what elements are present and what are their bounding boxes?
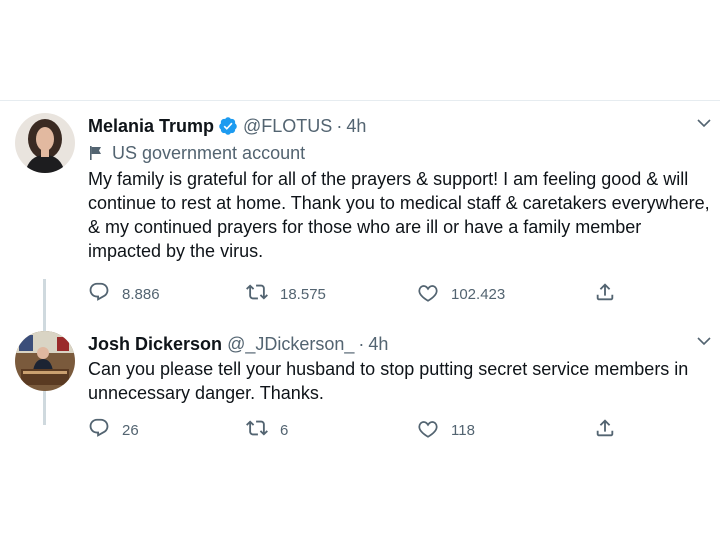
separator-dot: · <box>336 115 343 136</box>
verified-badge-icon <box>218 116 238 136</box>
share-icon <box>594 417 616 443</box>
tweet[interactable]: Josh Dickerson @_JDickerson_ · 4h Can yo… <box>0 323 720 453</box>
share-button[interactable] <box>594 280 616 308</box>
tweet-body: Melania Trump @FLOTUS · 4h US government… <box>88 113 712 263</box>
reply-count: 8.886 <box>122 285 160 303</box>
chevron-down-icon[interactable] <box>696 115 712 131</box>
government-account-text: US government account <box>112 142 306 163</box>
tweet-header: Melania Trump @FLOTUS · 4h <box>88 113 712 139</box>
retweet-count: 6 <box>280 421 289 439</box>
reply-count: 26 <box>122 421 139 439</box>
tweet-header: Josh Dickerson @_JDickerson_ · 4h <box>88 331 712 357</box>
retweet-button[interactable]: 18.575 <box>246 280 326 308</box>
like-icon <box>417 417 439 443</box>
like-count: 102.423 <box>451 285 506 303</box>
flag-icon <box>88 145 104 161</box>
tweet-text: Can you please tell your husband to stop… <box>88 359 689 403</box>
reply-icon <box>88 281 110 307</box>
avatar[interactable] <box>15 331 75 391</box>
reply-icon <box>88 417 110 443</box>
chevron-down-icon[interactable] <box>696 333 712 349</box>
author-name[interactable]: Josh Dickerson <box>88 334 222 355</box>
tweet-body: Josh Dickerson @_JDickerson_ · 4h Can yo… <box>88 331 712 405</box>
retweet-count: 18.575 <box>280 285 326 303</box>
reply-button[interactable]: 8.886 <box>88 280 160 308</box>
retweet-icon <box>246 417 268 443</box>
tweet-actions: 26 6 118 <box>88 416 628 444</box>
tweet-text: My family is grateful for all of the pra… <box>88 169 710 261</box>
timestamp[interactable]: 4h <box>368 334 388 355</box>
like-button[interactable]: 102.423 <box>417 280 505 308</box>
author-handle[interactable]: @FLOTUS <box>243 116 332 137</box>
timestamp[interactable]: 4h <box>346 116 366 137</box>
tweet-actions: 8.886 18.575 102.423 <box>88 280 628 308</box>
tweet[interactable]: Melania Trump @FLOTUS · 4h US government… <box>0 101 720 425</box>
like-button[interactable]: 118 <box>417 416 475 444</box>
government-account-label: US government account <box>88 141 712 165</box>
share-button[interactable] <box>594 416 616 444</box>
share-icon <box>594 281 616 307</box>
reply-button[interactable]: 26 <box>88 416 139 444</box>
separator-dot: · <box>358 333 365 354</box>
retweet-icon <box>246 281 268 307</box>
like-count: 118 <box>451 421 475 439</box>
author-handle[interactable]: @_JDickerson_ <box>227 334 354 355</box>
avatar[interactable] <box>15 113 75 173</box>
author-name[interactable]: Melania Trump <box>88 116 214 137</box>
like-icon <box>417 281 439 307</box>
retweet-button[interactable]: 6 <box>246 416 288 444</box>
